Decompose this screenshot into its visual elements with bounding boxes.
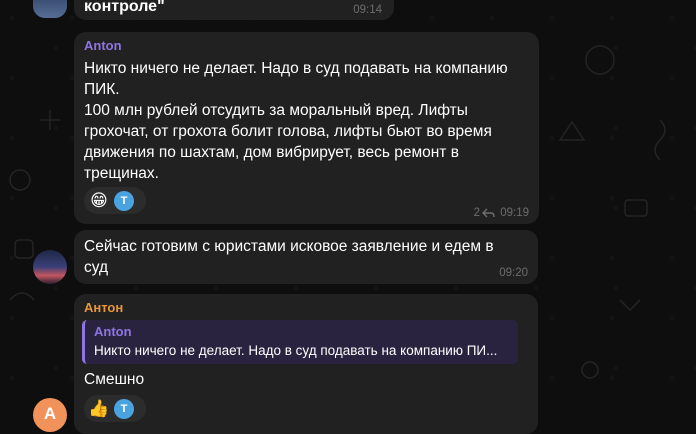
reaction-chip[interactable]: 👍 T <box>84 395 146 422</box>
message-text: Никто ничего не делает. Надо в суд подав… <box>84 60 508 182</box>
message-time: 09:20 <box>499 267 528 279</box>
reactor-avatar: T <box>114 190 134 211</box>
quoted-sender: Anton <box>94 324 132 339</box>
message-text: Сейчас готовим с юристами исковое заявле… <box>84 238 498 276</box>
message-bubble[interactable]: Anton Никто ничего не делает. Надо в суд… <box>74 32 539 224</box>
sender-name[interactable]: Антон <box>84 300 123 315</box>
avatar[interactable] <box>33 250 67 284</box>
message-text: Смешно <box>84 371 145 388</box>
message-time: 09:19 <box>500 207 529 219</box>
quoted-reply[interactable]: Anton Никто ничего не делает. Надо в суд… <box>82 320 518 364</box>
reply-count[interactable]: 2 <box>474 207 495 219</box>
message-bubble[interactable]: Сейчас готовим с юристами исковое заявле… <box>74 230 538 284</box>
message-text: контроле" <box>84 0 165 15</box>
reaction-chip[interactable]: 😁 T <box>84 187 146 214</box>
avatar[interactable] <box>33 0 67 18</box>
message-time: 09:14 <box>353 4 382 16</box>
quoted-text: Никто ничего не делает. Надо в суд подав… <box>94 343 498 358</box>
grin-emoji-icon: 😁 <box>90 190 108 210</box>
sender-name[interactable]: Anton <box>84 38 122 53</box>
message-bubble[interactable]: контроле" 09:14 <box>74 0 394 20</box>
message-bubble[interactable]: Антон Anton Никто ничего не делает. Надо… <box>74 294 538 434</box>
avatar-letter: А <box>43 404 57 423</box>
avatar[interactable]: А <box>33 398 67 432</box>
reply-count-number: 2 <box>473 207 480 219</box>
reply-arrow-icon <box>482 208 495 218</box>
